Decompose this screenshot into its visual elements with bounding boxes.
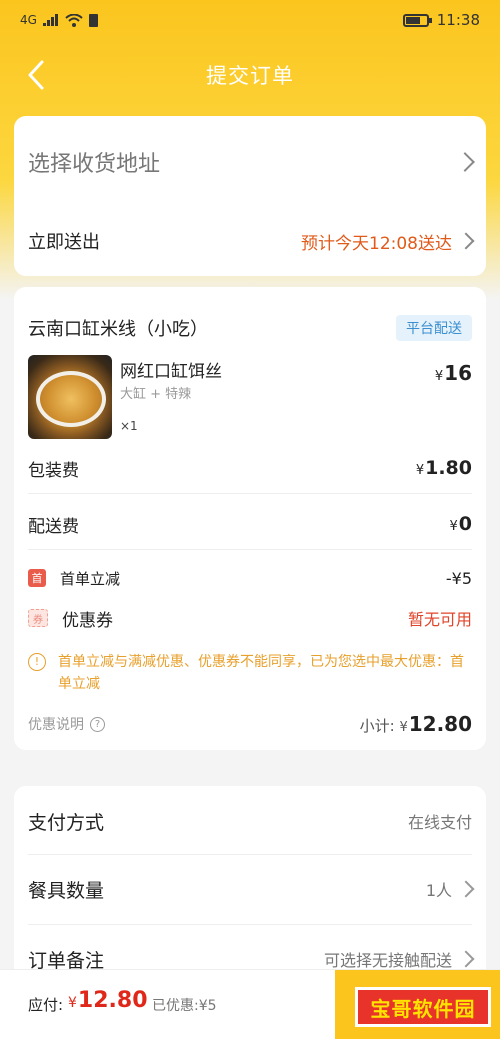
subtotal-value: 12.80 [408, 712, 472, 736]
first-order-icon: 首 [28, 569, 46, 587]
payment-method-label: 支付方式 [28, 811, 105, 834]
food-spec: 大缸 + 特辣 [120, 387, 192, 402]
wifi-icon [65, 13, 83, 27]
address-placeholder: 选择收货地址 [28, 152, 161, 177]
delivery-fee-value: ¥0 [449, 513, 472, 535]
chevron-right-icon [455, 152, 475, 172]
currency-symbol: ¥ [68, 995, 77, 1011]
discount-explain-label: 优惠说明 [28, 717, 84, 733]
back-icon[interactable] [22, 58, 52, 92]
payable-label: 应付: [28, 996, 64, 1014]
signal-icon [42, 14, 58, 26]
subtotal: 小计: ¥12.80 [360, 712, 472, 736]
tableware-count: 1人 [425, 881, 452, 900]
chevron-right-icon [457, 232, 475, 250]
battery-icon [402, 13, 432, 27]
question-icon: ? [90, 716, 105, 732]
delivery-eta: 预计今天12:08送达 [301, 229, 475, 254]
order-card: 云南口缸米线（小吃） 平台配送 网红口缸饵丝 大缸 + 特辣 ×1 ¥16 包装… [14, 287, 486, 750]
coupon: 券 优惠券 [28, 606, 113, 631]
currency-symbol: ¥ [415, 463, 425, 478]
food-price: ¥16 [435, 361, 472, 385]
saved-amount: 已优惠:¥5 [152, 998, 217, 1014]
delivery-tag: 平台配送 [396, 315, 472, 341]
food-quantity: ×1 [120, 419, 138, 433]
payable-amount: ¥12.80 [68, 988, 148, 1013]
coupon-value: 暂无可用 [407, 610, 472, 629]
coupon-row[interactable]: 券 优惠券 暂无可用 [28, 603, 472, 633]
nav-bar: 提交订单 [0, 50, 500, 100]
payable-value: 12.80 [77, 988, 148, 1013]
first-order-discount-row: 首 首单立减 -¥5 [28, 565, 472, 591]
food-name: 网红口缸饵丝 [120, 362, 222, 382]
coupon-label: 优惠券 [62, 610, 113, 631]
divider [28, 549, 472, 550]
currency-symbol: ¥ [399, 720, 408, 735]
order-remark-value: 可选择无接触配送 [323, 947, 475, 971]
delivery-fee-label: 配送费 [28, 516, 79, 537]
tableware-row[interactable]: 餐具数量 1人 [28, 872, 475, 906]
status-right: 11:38 [402, 11, 480, 29]
subtotal-label: 小计: [359, 717, 395, 735]
delivery-fee-amount: 0 [458, 513, 472, 535]
status-bar: 4G 11:38 [0, 0, 500, 40]
currency-symbol: ¥ [449, 519, 458, 534]
packaging-fee-value: ¥1.80 [416, 457, 472, 479]
shop-row: 云南口缸米线（小吃） 平台配送 [28, 313, 472, 343]
delivery-fee-row: 配送费 ¥0 [28, 508, 472, 540]
first-order-label: 首单立减 [60, 569, 121, 588]
delivery-label: 立即送出 [28, 232, 100, 253]
coupon-icon: 券 [28, 609, 48, 627]
info-icon: ! [28, 653, 46, 671]
currency-symbol: ¥ [434, 369, 444, 384]
network-label: 4G [20, 13, 37, 27]
divider [28, 493, 472, 494]
summary-row: 优惠说明 ? 小计: ¥12.80 [28, 709, 472, 739]
address-card: 选择收货地址 立即送出 预计今天12:08送达 [14, 116, 486, 276]
payment-method-value: 在线支付 [407, 813, 472, 832]
shop-name: 云南口缸米线（小吃） [28, 319, 208, 340]
discount-notice: ! 首单立减与满减优惠、优惠券不能同享，已为您选中最大优惠：首单立减 [28, 651, 472, 695]
packaging-fee-row: 包装费 ¥1.80 [28, 452, 472, 484]
packaging-fee-amount: 1.80 [425, 457, 472, 479]
payment-method-row[interactable]: 支付方式 在线支付 [28, 804, 472, 838]
order-remark-text: 可选择无接触配送 [323, 951, 452, 970]
food-image [28, 355, 112, 439]
status-left: 4G [20, 13, 98, 27]
tableware-value: 1人 [425, 877, 475, 901]
sim-icon [88, 13, 98, 27]
tableware-label: 餐具数量 [28, 879, 105, 902]
page-title: 提交订单 [206, 64, 294, 88]
chevron-right-icon [457, 880, 475, 898]
discount-notice-text: 首单立减与满减优惠、优惠券不能同享，已为您选中最大优惠：首单立减 [58, 654, 464, 692]
divider [28, 924, 472, 925]
delivery-time-row[interactable]: 立即送出 预计今天12:08送达 [28, 224, 475, 258]
divider [28, 854, 472, 855]
first-order-value: -¥5 [445, 568, 472, 588]
delivery-eta-text: 预计今天12:08送达 [301, 233, 452, 254]
discount-explain[interactable]: 优惠说明 ? [28, 714, 105, 734]
status-time: 11:38 [436, 11, 480, 29]
address-selector[interactable]: 选择收货地址 [28, 142, 475, 182]
packaging-fee-label: 包装费 [28, 460, 79, 481]
chevron-right-icon [457, 950, 475, 968]
food-price-value: 16 [444, 361, 472, 385]
first-order-discount: 首 首单立减 [28, 568, 120, 589]
watermark-logo: 宝哥软件园 [355, 987, 491, 1027]
